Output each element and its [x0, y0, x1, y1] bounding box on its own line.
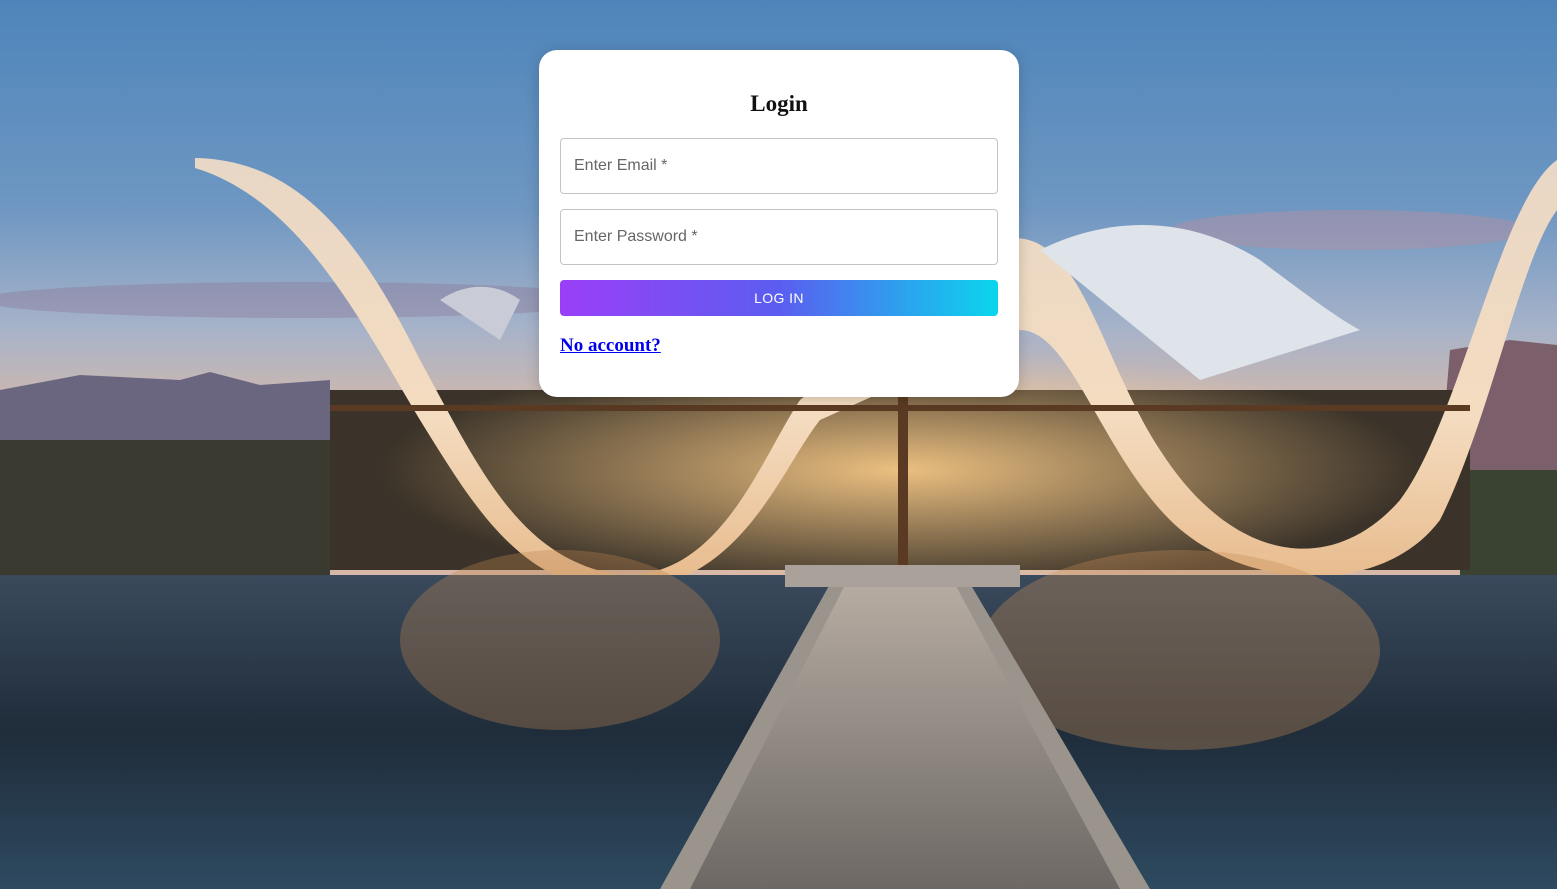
login-button[interactable]: LOG IN — [560, 280, 998, 316]
password-field[interactable] — [560, 209, 998, 265]
email-input[interactable] — [561, 139, 997, 193]
no-account-link[interactable]: No account? — [560, 335, 661, 357]
login-card: Login LOG IN No account? — [539, 50, 1019, 397]
email-field[interactable] — [560, 138, 998, 194]
password-input[interactable] — [561, 210, 997, 264]
login-title: Login — [750, 91, 808, 116]
